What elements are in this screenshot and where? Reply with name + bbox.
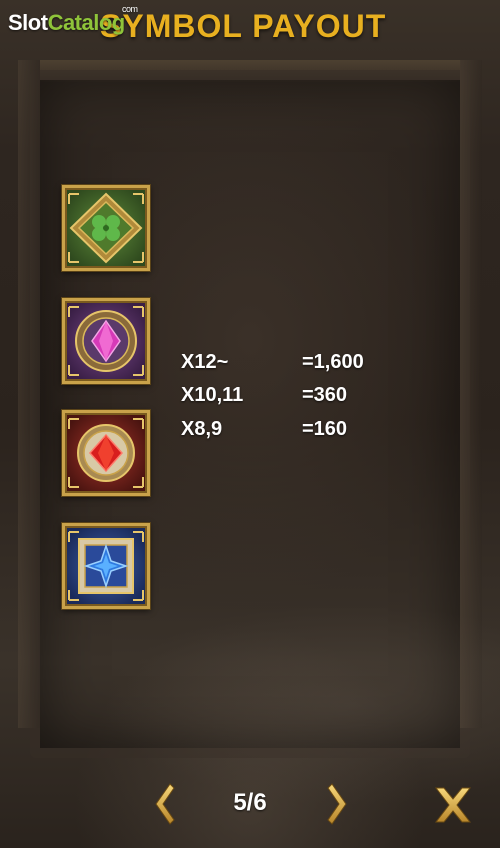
payout-count: X10,11 [181,384,244,406]
logo-text-slot: Slot [8,10,48,35]
clover-icon [68,192,144,264]
logo-text-catalog: Catalog [47,10,126,35]
payout-count: X12~ [181,351,229,373]
payout-value: =360 [302,384,348,406]
purple-gem-icon [68,306,144,376]
blue-star-icon [68,531,144,601]
red-gem-icon [68,418,144,488]
symbol-tile-purple-gem [62,298,150,384]
watermark-logo: SlotCatalog com [8,4,138,36]
symbol-tile-clover [62,185,150,271]
page-title: SYMBOL PAYOUT [100,8,387,44]
close-button[interactable] [432,784,474,826]
chevron-left-icon [155,783,175,825]
chevron-right-icon [327,783,347,825]
symbol-tile-blue-star [62,523,150,609]
next-page-button[interactable] [326,782,352,826]
symbol-tile-red-gem [62,410,150,496]
payout-count: X8,9 [181,418,223,440]
close-icon [434,787,472,823]
prev-page-button[interactable] [150,782,176,826]
payout-value: =160 [302,418,348,440]
page-indicator: 5/6 [233,789,267,816]
logo-text-com: com [122,4,138,14]
payout-value: =1,600 [302,351,364,373]
